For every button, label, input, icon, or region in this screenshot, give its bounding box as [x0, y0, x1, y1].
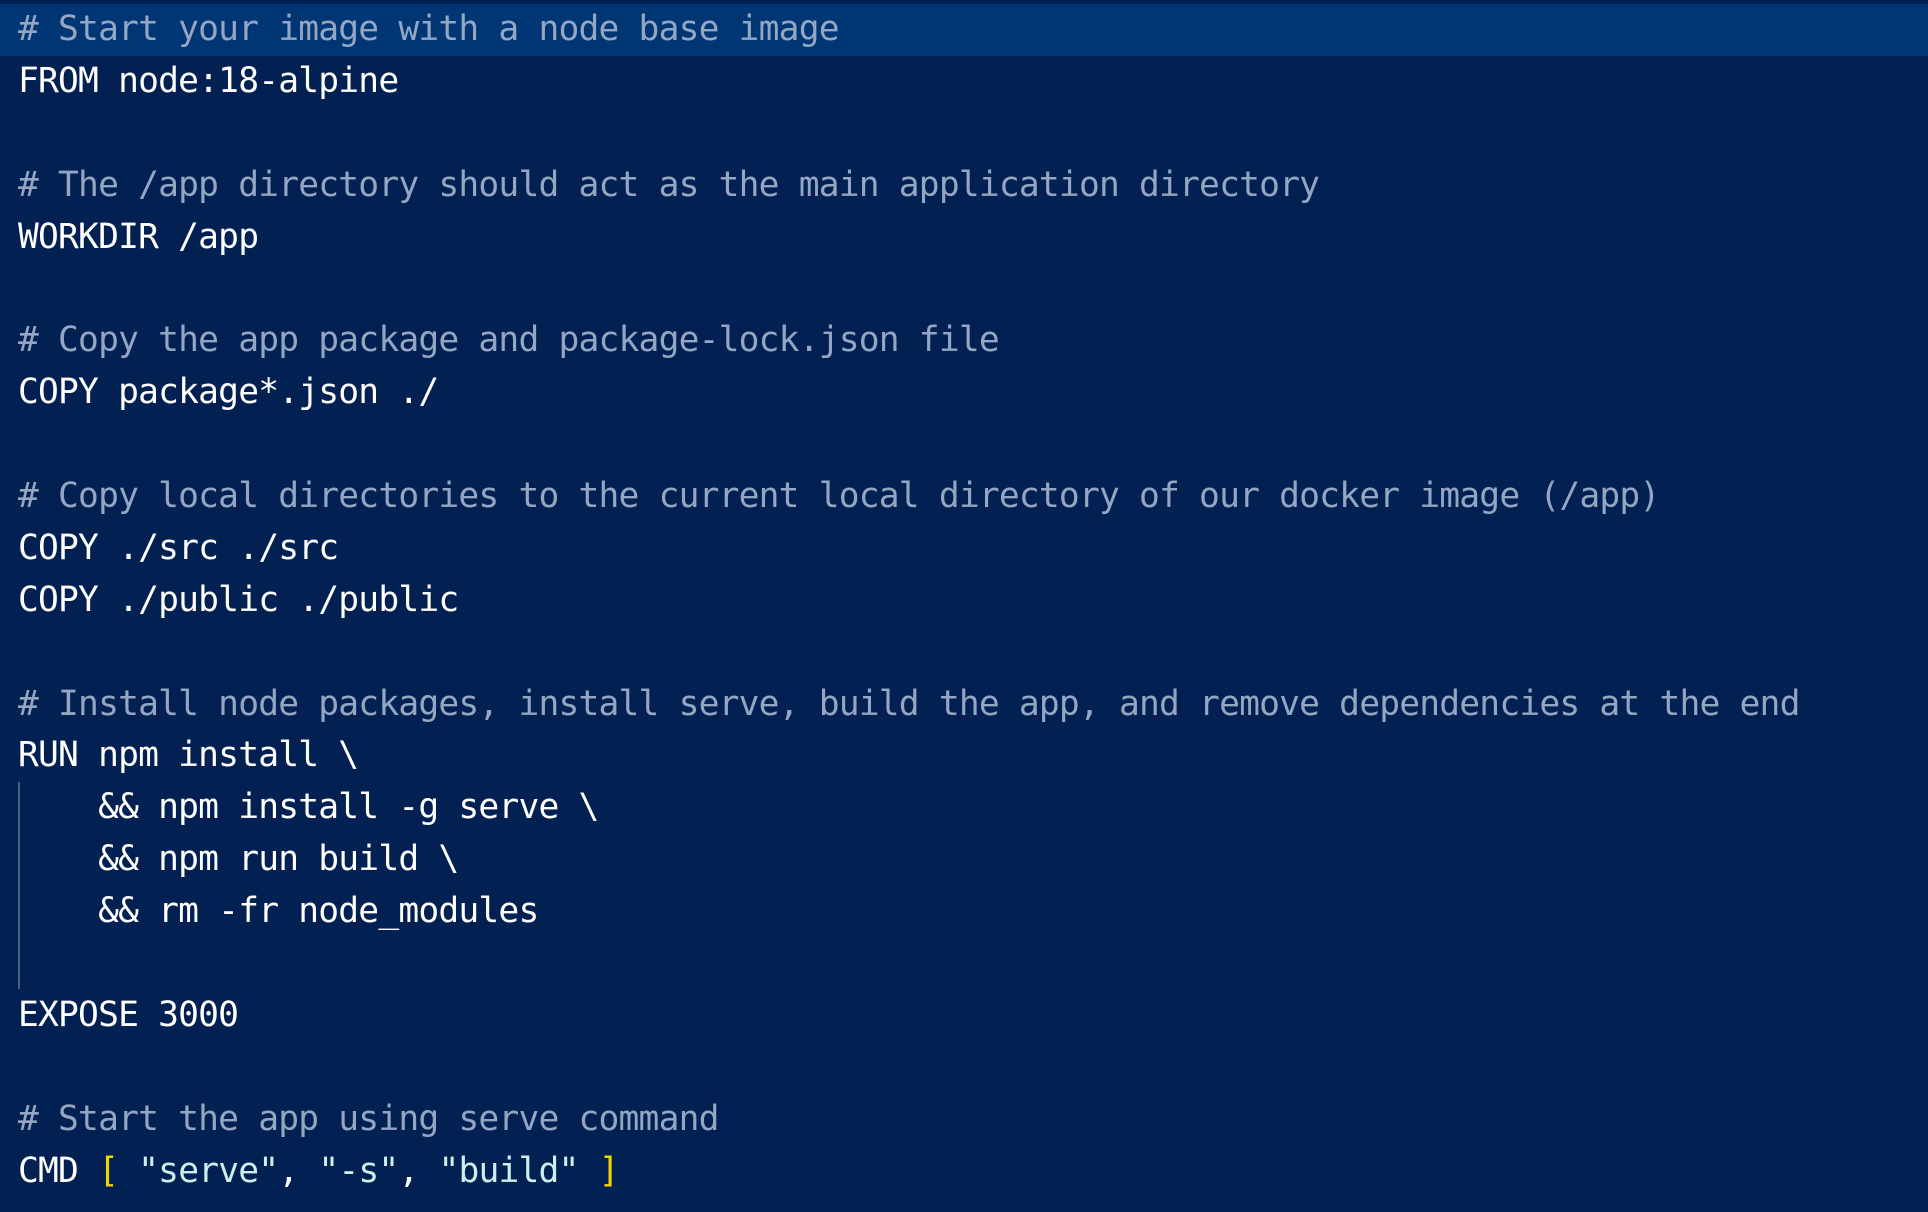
dockerfile-keyword: CMD [18, 1150, 79, 1191]
instruction-args: npm install \ [78, 735, 359, 776]
comma: , [398, 1150, 439, 1191]
comment-text: # Start the app using serve command [18, 1098, 719, 1139]
indent-guide [18, 782, 20, 989]
code-line-blank[interactable] [0, 1042, 1928, 1094]
instruction-args: /app [158, 216, 259, 257]
code-line[interactable]: COPY package*.json ./ [0, 367, 1928, 419]
string-literal: "-s" [318, 1150, 399, 1191]
code-line[interactable]: COPY ./public ./public [0, 575, 1928, 627]
code-line[interactable]: EXPOSE 3000 [0, 990, 1928, 1042]
instruction-args: ./public ./public [98, 579, 459, 620]
code-line[interactable]: RUN npm install \ [0, 730, 1928, 782]
close-bracket: ] [598, 1150, 620, 1191]
code-line-blank[interactable] [0, 419, 1928, 471]
code-line[interactable]: # The /app directory should act as the m… [0, 160, 1928, 212]
code-line[interactable]: # Install node packages, install serve, … [0, 679, 1928, 731]
dockerfile-keyword: RUN [18, 735, 79, 776]
code-line[interactable]: CMD [ "serve", "-s", "build" ] [0, 1146, 1928, 1198]
code-line[interactable]: # Start your image with a node base imag… [0, 4, 1928, 56]
instruction-args: node:18-alpine [98, 60, 399, 101]
comment-text: # Copy local directories to the current … [18, 476, 1660, 517]
dockerfile-keyword: COPY [18, 527, 99, 568]
code-line-blank[interactable] [0, 938, 1928, 990]
continuation-text: && npm install -g serve \ [18, 787, 599, 828]
code-line-blank[interactable] [0, 108, 1928, 160]
continuation-text: && npm run build \ [18, 839, 459, 880]
comment-text: # Install node packages, install serve, … [18, 683, 1800, 724]
code-editor[interactable]: # Start your image with a node base imag… [0, 0, 1928, 1212]
string-literal: "serve" [138, 1150, 279, 1191]
string-literal: "build" [438, 1150, 579, 1191]
comment-text: # Copy the app package and package-lock.… [18, 320, 1000, 361]
code-line[interactable]: FROM node:18-alpine [0, 56, 1928, 108]
dockerfile-keyword: COPY [18, 372, 99, 413]
dockerfile-keyword: FROM [18, 60, 99, 101]
code-line[interactable]: && rm -fr node_modules [0, 886, 1928, 938]
code-line-blank[interactable] [0, 263, 1928, 315]
code-line[interactable]: && npm run build \ [0, 834, 1928, 886]
dockerfile-keyword: EXPOSE [18, 994, 139, 1035]
code-line[interactable]: # Copy the app package and package-lock.… [0, 315, 1928, 367]
code-line[interactable]: COPY ./src ./src [0, 523, 1928, 575]
instruction-args: 3000 [138, 994, 239, 1035]
code-line[interactable]: WORKDIR /app [0, 212, 1928, 264]
code-line[interactable]: # Start the app using serve command [0, 1094, 1928, 1146]
code-line[interactable]: # Copy local directories to the current … [0, 471, 1928, 523]
dockerfile-keyword: COPY [18, 579, 99, 620]
comment-text: # Start your image with a node base imag… [18, 9, 840, 49]
comma: , [278, 1150, 319, 1191]
instruction-args: ./src ./src [98, 527, 339, 568]
comment-text: # The /app directory should act as the m… [18, 164, 1320, 205]
code-line[interactable]: && npm install -g serve \ [0, 782, 1928, 834]
instruction-args: package*.json ./ [98, 372, 439, 413]
open-bracket: [ [98, 1150, 119, 1191]
dockerfile-keyword: WORKDIR [18, 216, 159, 257]
continuation-text: && rm -fr node_modules [18, 891, 539, 932]
code-line-blank[interactable] [0, 627, 1928, 679]
